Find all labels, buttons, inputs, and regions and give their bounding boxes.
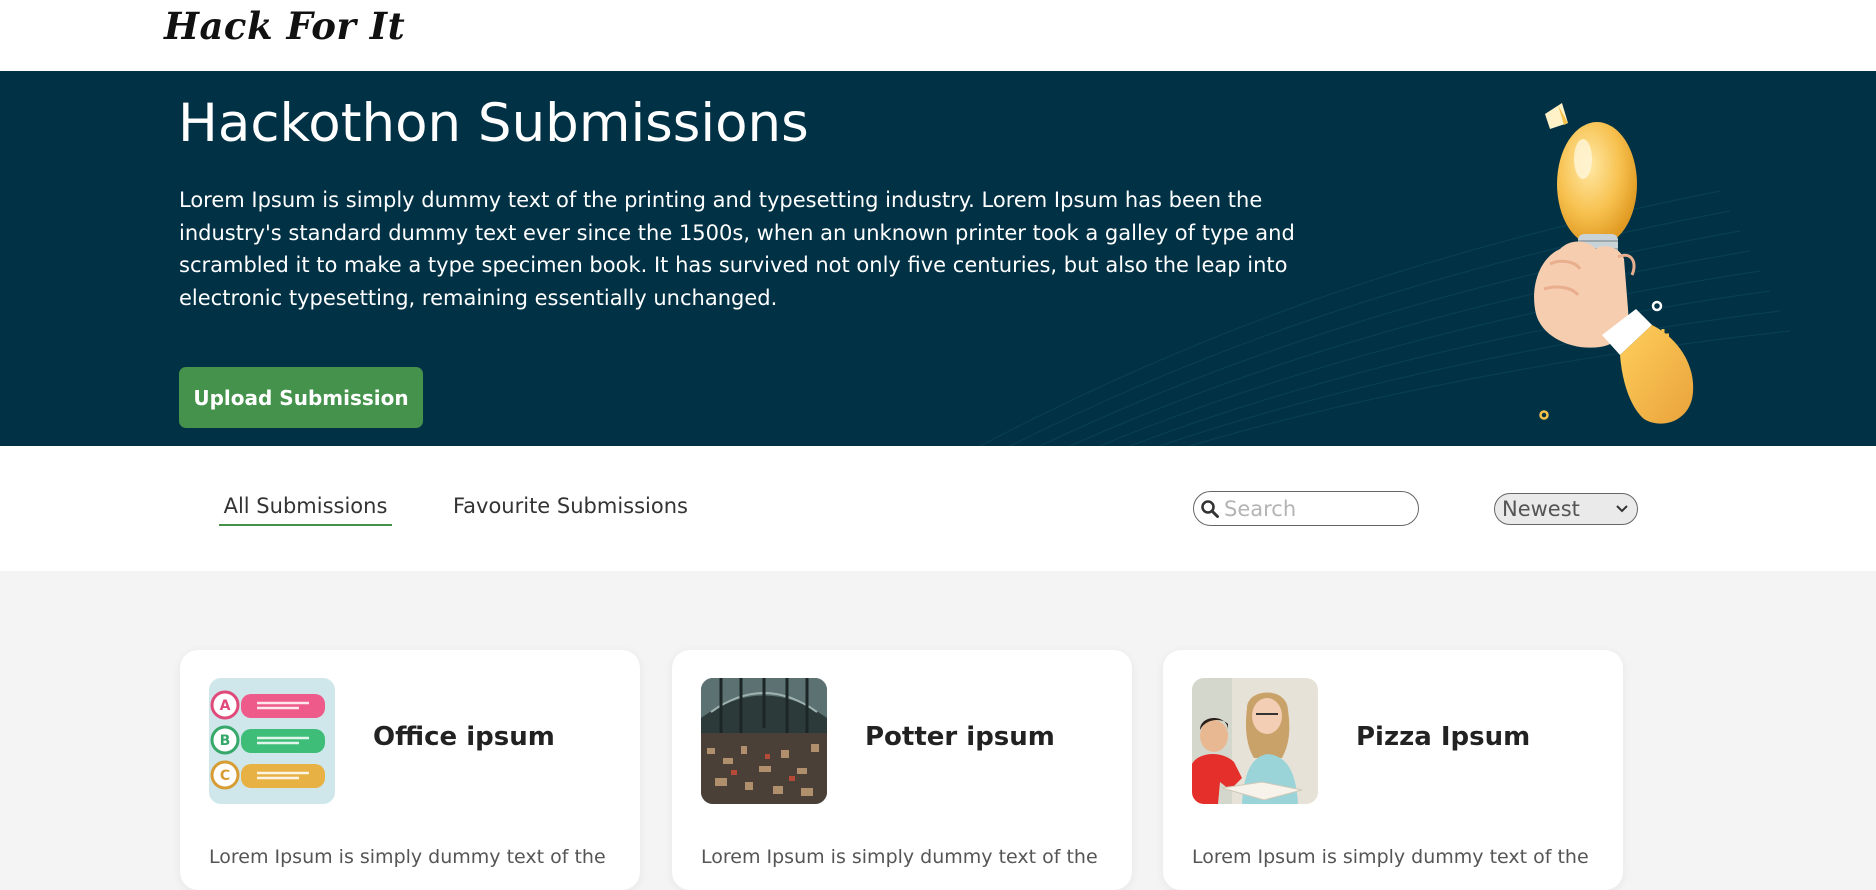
svg-text:A: A: [220, 698, 231, 714]
tab-all-submissions[interactable]: All Submissions: [219, 494, 392, 526]
sort-selected-value: Newest: [1502, 497, 1580, 521]
card-description: Lorem Ipsum is simply dummy text of the: [1192, 846, 1589, 868]
submission-card[interactable]: A B C Office ipsum Lorem Ipsum is simply…: [180, 650, 640, 890]
search-box[interactable]: [1193, 491, 1419, 526]
students-image: [1192, 678, 1318, 804]
abc-list-image: A B C: [209, 678, 335, 804]
chevron-down-icon: [1616, 505, 1628, 513]
submission-card[interactable]: Potter ipsum Lorem Ipsum is simply dummy…: [672, 650, 1132, 890]
market-hall-image: [701, 678, 827, 804]
card-title: Pizza Ipsum: [1356, 722, 1531, 752]
top-navbar: Hack For It: [0, 0, 1876, 71]
card-description: Lorem Ipsum is simply dummy text of the: [209, 846, 606, 868]
hero-banner: Hackothon Submissions Lorem Ipsum is sim…: [0, 71, 1876, 446]
submissions-filter-bar: All Submissions Favourite Submissions Ne…: [0, 446, 1876, 571]
hero-description: Lorem Ipsum is simply dummy text of the …: [179, 188, 1295, 310]
search-icon: [1201, 499, 1219, 518]
tab-favourite-submissions[interactable]: Favourite Submissions: [453, 494, 688, 526]
svg-text:B: B: [220, 733, 231, 749]
card-description: Lorem Ipsum is simply dummy text of the: [701, 846, 1098, 868]
sort-dropdown[interactable]: Newest: [1494, 493, 1638, 525]
page-title: Hackothon Submissions: [178, 93, 809, 154]
lightbulb-hand-illustration: [1534, 103, 1694, 424]
search-input[interactable]: [1224, 496, 1404, 521]
upload-submission-button[interactable]: Upload Submission: [179, 367, 423, 428]
submission-card[interactable]: Pizza Ipsum Lorem Ipsum is simply dummy …: [1163, 650, 1623, 890]
brand-logo[interactable]: Hack For It: [164, 4, 405, 48]
card-title: Office ipsum: [373, 722, 555, 752]
card-title: Potter ipsum: [865, 722, 1055, 752]
svg-text:C: C: [220, 768, 230, 784]
